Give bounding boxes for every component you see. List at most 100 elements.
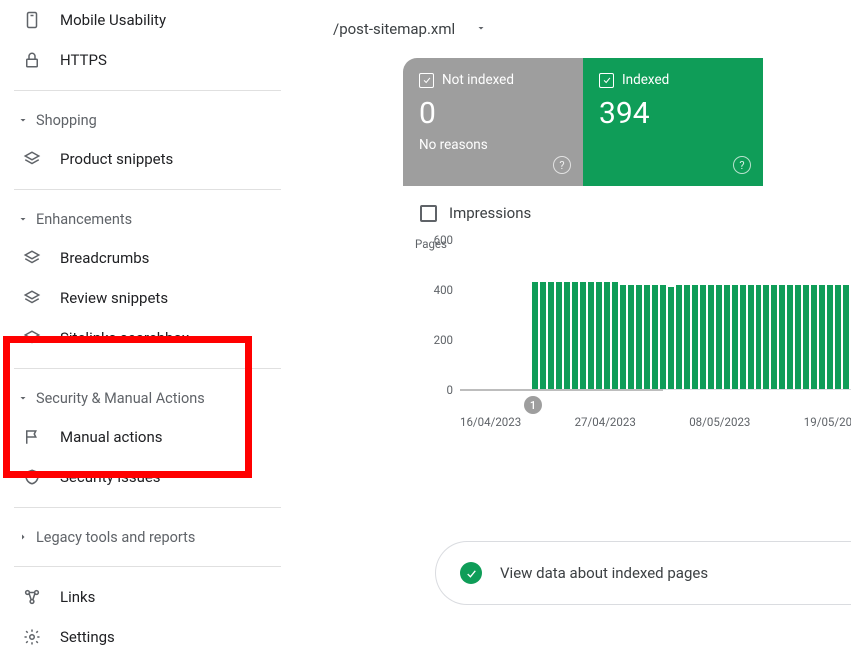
indexed-pages-banner[interactable]: View data about indexed pages bbox=[435, 541, 851, 605]
nav-manual-actions[interactable]: Manual actions bbox=[0, 417, 295, 457]
section-title: Shopping bbox=[36, 112, 97, 129]
nav-review-snippets[interactable]: Review snippets bbox=[0, 278, 295, 318]
nav-https[interactable]: HTTPS bbox=[0, 40, 295, 80]
chart-bar bbox=[748, 285, 754, 389]
chart-bar bbox=[819, 285, 825, 389]
chart-bar bbox=[795, 285, 801, 389]
x-tick: 19/05/2023 bbox=[804, 415, 851, 429]
divider bbox=[14, 90, 281, 91]
chart-annotation-dot[interactable]: 1 bbox=[524, 396, 542, 414]
card-indexed[interactable]: Indexed 394 ? bbox=[583, 58, 763, 186]
gear-icon bbox=[22, 627, 42, 647]
x-tick: 27/04/2023 bbox=[575, 415, 636, 429]
chart-bar bbox=[756, 285, 762, 389]
chart-bar bbox=[700, 285, 706, 389]
nav-label: HTTPS bbox=[60, 51, 107, 69]
section-legacy[interactable]: Legacy tools and reports bbox=[0, 518, 295, 556]
chart-bar bbox=[548, 282, 554, 389]
chart-bar bbox=[763, 285, 769, 389]
section-shopping[interactable]: Shopping bbox=[0, 101, 295, 139]
card-not-indexed[interactable]: Not indexed 0 No reasons ? bbox=[403, 58, 583, 186]
y-tick: 600 bbox=[423, 233, 453, 247]
card-value: 394 bbox=[599, 96, 747, 131]
chevron-down-icon bbox=[14, 210, 32, 228]
mobile-icon bbox=[22, 10, 42, 30]
chevron-down-icon bbox=[14, 111, 32, 129]
banner-text: View data about indexed pages bbox=[500, 564, 708, 582]
chart-bar bbox=[684, 285, 690, 389]
nav-label: Security issues bbox=[60, 468, 161, 486]
sitemap-dropdown[interactable]: /post-sitemap.xml bbox=[295, 0, 851, 58]
layers-icon bbox=[22, 288, 42, 308]
chart-bar bbox=[676, 285, 682, 389]
chart-bar bbox=[732, 285, 738, 389]
legend-label: Impressions bbox=[449, 204, 531, 222]
card-label: Indexed bbox=[622, 72, 669, 88]
nav-sitelinks-searchbox[interactable]: Sitelinks searchbox bbox=[0, 318, 295, 358]
chart-x-axis: 16/04/2023 27/04/2023 08/05/2023 19/05/2… bbox=[460, 415, 851, 429]
chart-bar bbox=[668, 287, 674, 389]
chart-bar bbox=[724, 285, 730, 389]
chevron-down-icon bbox=[14, 389, 32, 407]
nav-label: Manual actions bbox=[60, 428, 162, 446]
chevron-right-icon bbox=[14, 528, 32, 546]
chart-bar bbox=[787, 285, 793, 389]
chart-bar bbox=[556, 282, 562, 389]
legend-impressions[interactable]: Impressions bbox=[420, 204, 851, 222]
chart-bar bbox=[660, 285, 666, 389]
summary-cards: Not indexed 0 No reasons ? Indexed 394 ? bbox=[403, 58, 851, 186]
layers-icon bbox=[22, 149, 42, 169]
chart-bar bbox=[843, 285, 849, 389]
help-icon[interactable]: ? bbox=[733, 156, 751, 174]
section-title: Security & Manual Actions bbox=[36, 390, 205, 407]
chart-bar bbox=[740, 285, 746, 389]
y-tick: 0 bbox=[423, 383, 453, 397]
nav-label: Settings bbox=[60, 628, 115, 646]
chart-bar bbox=[588, 282, 594, 389]
chevron-down-icon bbox=[475, 20, 487, 38]
nav-product-snippets[interactable]: Product snippets bbox=[0, 139, 295, 179]
x-tick: 08/05/2023 bbox=[689, 415, 750, 429]
section-security[interactable]: Security & Manual Actions bbox=[0, 379, 295, 417]
nav-settings[interactable]: Settings bbox=[0, 617, 295, 657]
chart-bar bbox=[811, 285, 817, 389]
chart-bar bbox=[612, 282, 618, 389]
chart-bar bbox=[636, 285, 642, 389]
section-title: Legacy tools and reports bbox=[36, 529, 195, 546]
nav-label: Links bbox=[60, 588, 95, 606]
chart-bar bbox=[564, 282, 570, 389]
chart-bar bbox=[580, 282, 586, 389]
card-value: 0 bbox=[419, 96, 567, 131]
card-label: Not indexed bbox=[442, 72, 514, 88]
y-tick: 400 bbox=[423, 283, 453, 297]
divider bbox=[14, 368, 281, 369]
checkbox-checked-icon bbox=[599, 73, 614, 88]
check-circle-icon bbox=[460, 562, 482, 584]
nav-breadcrumbs[interactable]: Breadcrumbs bbox=[0, 238, 295, 278]
chart-bar bbox=[716, 285, 722, 389]
help-icon[interactable]: ? bbox=[553, 156, 571, 174]
chart-bar bbox=[596, 282, 602, 389]
chart-bar bbox=[532, 282, 538, 389]
card-subtext: No reasons bbox=[419, 137, 567, 153]
layers-icon bbox=[22, 328, 42, 348]
nav-links[interactable]: Links bbox=[0, 577, 295, 617]
chart-bar bbox=[803, 285, 809, 389]
chart-y-axis: 600 400 200 0 bbox=[423, 240, 453, 390]
section-enhancements[interactable]: Enhancements bbox=[0, 200, 295, 238]
shield-icon bbox=[22, 467, 42, 487]
nav-mobile-usability[interactable]: Mobile Usability bbox=[0, 0, 295, 40]
nav-label: Breadcrumbs bbox=[60, 249, 149, 267]
chart-bar bbox=[628, 285, 634, 389]
nav-security-issues[interactable]: Security issues bbox=[0, 457, 295, 497]
chart-baseline bbox=[460, 389, 663, 391]
chart-bar bbox=[771, 285, 777, 389]
chart-bar bbox=[644, 285, 650, 389]
main-content: /post-sitemap.xml Not indexed 0 No reaso… bbox=[295, 0, 851, 636]
lock-icon bbox=[22, 50, 42, 70]
nav-label: Review snippets bbox=[60, 289, 168, 307]
section-title: Enhancements bbox=[36, 211, 132, 228]
x-tick: 16/04/2023 bbox=[460, 415, 521, 429]
chart-bar bbox=[827, 285, 833, 389]
chart-bar bbox=[652, 285, 658, 389]
